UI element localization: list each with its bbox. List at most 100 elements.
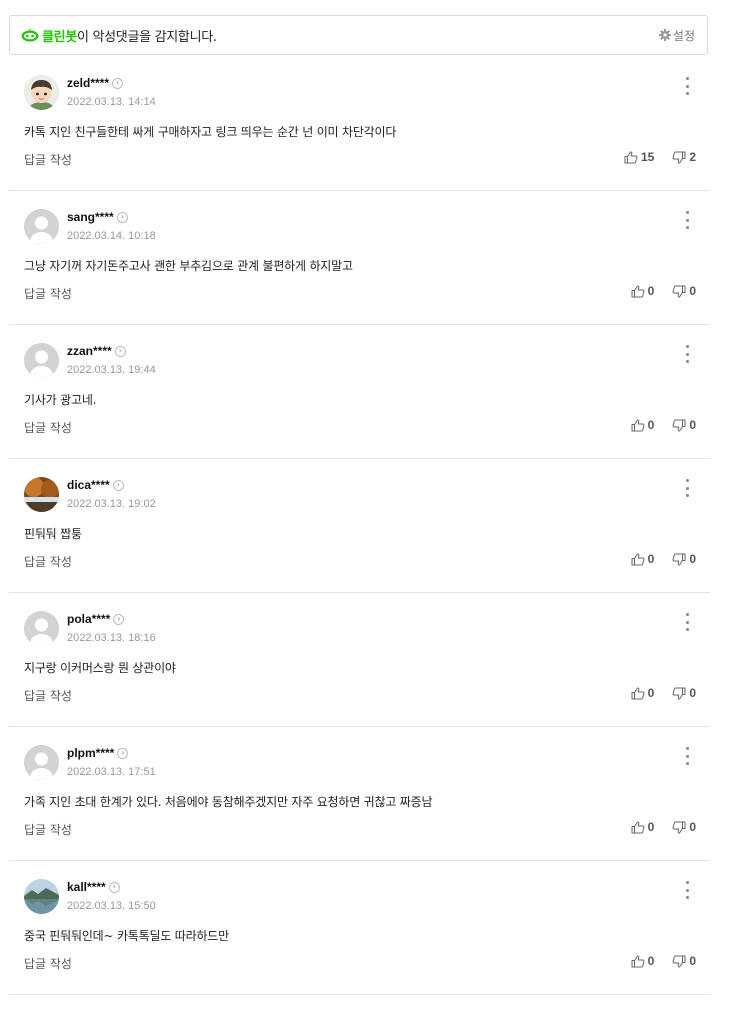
like-count: 0 — [647, 954, 655, 968]
dislike-count: 0 — [689, 954, 696, 968]
nickname[interactable]: sang**** — [67, 210, 114, 224]
thumbs-down-icon — [672, 821, 686, 834]
thumbs-down-icon — [672, 151, 686, 164]
like-button[interactable]: 0 — [631, 686, 655, 700]
like-button[interactable]: 15 — [624, 150, 654, 164]
comment-date: 2022.03.13. 15:50 — [67, 900, 156, 912]
dislike-button[interactable]: 0 — [672, 820, 696, 834]
reply-button[interactable]: 답글 작성 — [24, 151, 72, 168]
more-options-icon[interactable] — [682, 77, 692, 95]
thumbs-down-icon — [672, 285, 686, 298]
dislike-button[interactable]: 0 — [672, 418, 696, 432]
thumbs-up-icon — [631, 418, 645, 431]
dislike-count: 0 — [689, 686, 696, 700]
more-options-icon[interactable] — [682, 211, 692, 229]
like-count: 0 — [647, 552, 655, 566]
nickname[interactable]: plpm**** — [67, 746, 114, 760]
like-count: 0 — [647, 284, 655, 298]
profile-arrow-icon[interactable]: › — [117, 747, 129, 759]
reply-button[interactable]: 답글 작성 — [24, 553, 72, 570]
avatar[interactable] — [24, 745, 59, 780]
like-button[interactable]: 0 — [631, 552, 655, 566]
more-options-icon[interactable] — [682, 613, 692, 631]
more-options-icon[interactable] — [682, 747, 692, 765]
avatar[interactable] — [24, 209, 59, 244]
comment-text: 카톡 지인 친구들한테 싸게 구매하자고 링크 띄우는 순간 넌 이미 차단각이… — [24, 125, 397, 139]
dislike-button[interactable]: 0 — [672, 552, 696, 566]
vote-area: 00 — [631, 418, 696, 432]
nickname[interactable]: dica**** — [67, 478, 110, 492]
avatar[interactable] — [24, 343, 59, 378]
nickname-row: dica**** › — [67, 478, 124, 492]
nickname[interactable]: pola**** — [67, 612, 110, 626]
nickname[interactable]: zzan**** — [67, 344, 112, 358]
reply-button[interactable]: 답글 작성 — [24, 955, 72, 972]
dislike-button[interactable]: 0 — [672, 954, 696, 968]
comment-text: 중국 핀둬둬인데~ 카톡톡딜도 따라하드만 — [24, 929, 229, 943]
reply-button[interactable]: 답글 작성 — [24, 687, 72, 704]
comment-text: 가족 지인 초대 한계가 있다. 처음에야 동참해주겠지만 자주 요청하면 귀찮… — [24, 795, 433, 809]
vote-area: 00 — [631, 686, 696, 700]
like-button[interactable]: 0 — [631, 954, 655, 968]
thumbs-down-icon — [672, 687, 686, 700]
thumbs-up-icon — [631, 820, 645, 833]
comment-item: plpm**** › 2022.03.13. 17:51 가족 지인 초대 한계가 있… — [9, 727, 710, 861]
more-options-icon[interactable] — [682, 345, 692, 363]
more-options-icon[interactable] — [682, 479, 692, 497]
thumbs-up-icon — [631, 552, 645, 565]
comment-item: sang**** › 2022.03.14. 10:18 그냥 자기꺼 자기돈주고사 … — [9, 191, 710, 325]
dislike-count: 2 — [689, 150, 696, 164]
avatar[interactable] — [24, 611, 59, 646]
reply-button[interactable]: 답글 작성 — [24, 285, 72, 302]
comment-text: 기사가 광고네. — [24, 393, 97, 407]
profile-arrow-icon[interactable]: › — [112, 77, 124, 89]
avatar[interactable] — [24, 477, 59, 512]
profile-arrow-icon[interactable]: › — [116, 211, 128, 223]
cleanbot-robot-icon — [21, 28, 39, 42]
reply-button[interactable]: 답글 작성 — [24, 821, 72, 838]
comment-date: 2022.03.13. 19:44 — [67, 364, 156, 376]
thumbs-up-icon — [631, 954, 645, 967]
settings-button[interactable]: 설정 — [658, 27, 695, 44]
cleanbot-message-text: 이 악성댓글을 감지합니다. — [76, 29, 217, 45]
thumbs-down-icon — [672, 553, 686, 566]
dislike-button[interactable]: 0 — [672, 284, 696, 298]
reply-button[interactable]: 답글 작성 — [24, 419, 72, 436]
nickname[interactable]: kall**** — [67, 880, 106, 894]
profile-arrow-icon[interactable]: › — [108, 881, 120, 893]
nickname-row: kall**** › — [67, 880, 120, 894]
cleanbot-banner: 클린봇이 악성댓글을 감지합니다. 설정 — [9, 15, 708, 55]
vote-area: 00 — [631, 284, 696, 298]
comment-item: kall**** › 2022.03.13. 15:50 중국 핀둬둬인데~ 카톡톡딜… — [9, 861, 710, 995]
nickname[interactable]: zeld**** — [67, 76, 109, 90]
dislike-button[interactable]: 0 — [672, 686, 696, 700]
like-button[interactable]: 0 — [631, 820, 654, 834]
vote-area: 00 — [631, 954, 696, 968]
avatar[interactable] — [24, 75, 59, 110]
comment-item: zzan**** › 2022.03.13. 19:44 기사가 광고네. 답글 작성 0… — [9, 325, 710, 459]
vote-area: 00 — [631, 552, 696, 566]
dislike-count: 0 — [689, 284, 696, 298]
comment-date: 2022.03.13. 19:02 — [67, 498, 156, 510]
profile-arrow-icon[interactable]: › — [114, 345, 126, 357]
comment-date: 2022.03.13. 17:51 — [67, 766, 156, 778]
comment-text: 그냥 자기꺼 자기돈주고사 괜한 부추김으로 관계 불편하게 하지말고 — [24, 259, 353, 273]
thumbs-up-icon — [624, 150, 638, 163]
comment-item: zeld**** › 2022.03.13. 14:14 카톡 지인 친구들한테 싸게… — [9, 57, 710, 191]
nickname-row: pola**** › — [67, 612, 125, 626]
comment-date: 2022.03.13. 18:16 — [67, 632, 156, 644]
profile-arrow-icon[interactable]: › — [113, 613, 125, 625]
dislike-button[interactable]: 2 — [672, 150, 696, 164]
nickname-row: zzan**** › — [67, 344, 126, 358]
like-count: 0 — [647, 686, 655, 700]
comment-item: pola**** › 2022.03.13. 18:16 지구랑 이커머스랑 뭔 상관… — [9, 593, 710, 727]
vote-area: 00 — [631, 820, 696, 834]
thumbs-down-icon — [672, 955, 686, 968]
comment-text: 지구랑 이커머스랑 뭔 상관이야 — [24, 661, 176, 675]
avatar[interactable] — [24, 879, 59, 914]
like-button[interactable]: 0 — [631, 418, 654, 432]
nickname-row: plpm**** › — [67, 746, 129, 760]
more-options-icon[interactable] — [682, 881, 692, 899]
like-button[interactable]: 0 — [631, 284, 655, 298]
profile-arrow-icon[interactable]: › — [112, 479, 124, 491]
